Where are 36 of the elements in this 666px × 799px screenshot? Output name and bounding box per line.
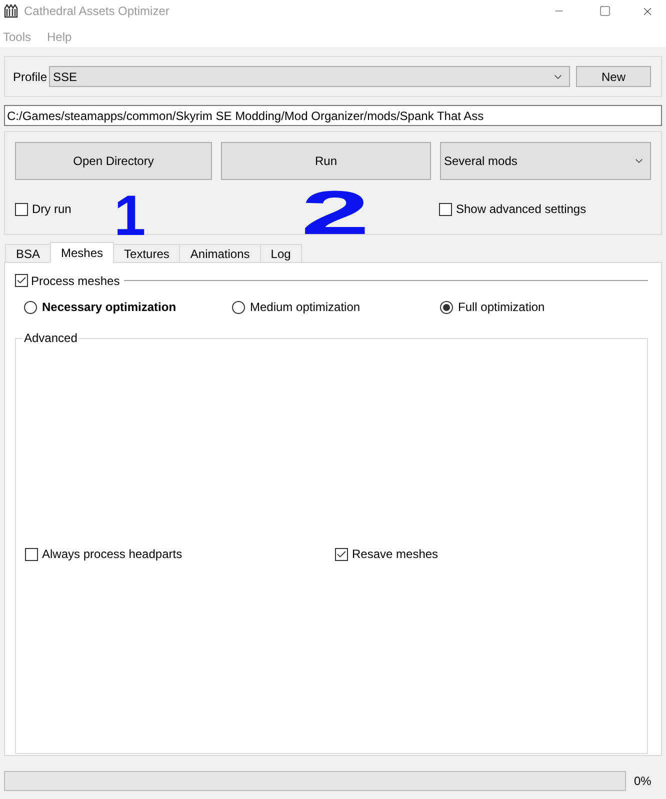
checkbox-label: Process meshes <box>31 272 120 290</box>
window-title: Cathedral Assets Optimizer <box>24 3 170 20</box>
action-button[interactable]: Run <box>221 142 431 180</box>
path-field[interactable]: C:/Games/steamapps/common/Skyrim SE Modding/Mod Organizer/mods/Spank That Ass <box>4 105 662 126</box>
group-title: Advanced <box>23 331 78 345</box>
tab[interactable]: BSA <box>5 244 52 263</box>
tab[interactable]: Textures <box>113 244 180 263</box>
new-profile-button[interactable]: New <box>576 66 651 87</box>
building-icon <box>4 4 18 18</box>
radio-label: Necessary optimization <box>42 299 176 316</box>
checkbox[interactable] <box>15 202 28 216</box>
handwritten-annotation: 2 <box>300 183 370 245</box>
handwritten-annotation: 1 <box>114 188 146 245</box>
checkbox[interactable] <box>439 202 452 216</box>
radio-button[interactable] <box>440 300 453 314</box>
checkmark-icon <box>336 548 347 560</box>
maximize-icon <box>599 5 611 17</box>
tab[interactable]: Log <box>260 244 302 263</box>
checkbox[interactable] <box>25 548 38 560</box>
checkbox[interactable] <box>15 274 28 287</box>
checkmark-icon <box>16 275 27 286</box>
checkbox[interactable] <box>335 548 348 560</box>
checkbox-label: Show advanced settings <box>456 201 586 218</box>
action-button[interactable]: Open Directory <box>15 142 212 180</box>
radio-label: Full optimization <box>458 299 545 316</box>
checkbox-label: Dry run <box>32 201 72 218</box>
progress-reading: 0% <box>634 773 652 790</box>
tab[interactable]: Meshes <box>50 242 114 263</box>
profile-label: Profile <box>13 68 48 86</box>
radio-button[interactable] <box>24 300 37 314</box>
checkbox-label: Resave meshes <box>352 546 438 563</box>
radio-label: Medium optimization <box>250 299 360 316</box>
checkbox-label: Always process headparts <box>42 546 182 563</box>
profile-select[interactable]: SSE <box>49 66 570 87</box>
mode-select[interactable]: Several mods <box>440 142 651 180</box>
radio-button[interactable] <box>232 300 245 314</box>
